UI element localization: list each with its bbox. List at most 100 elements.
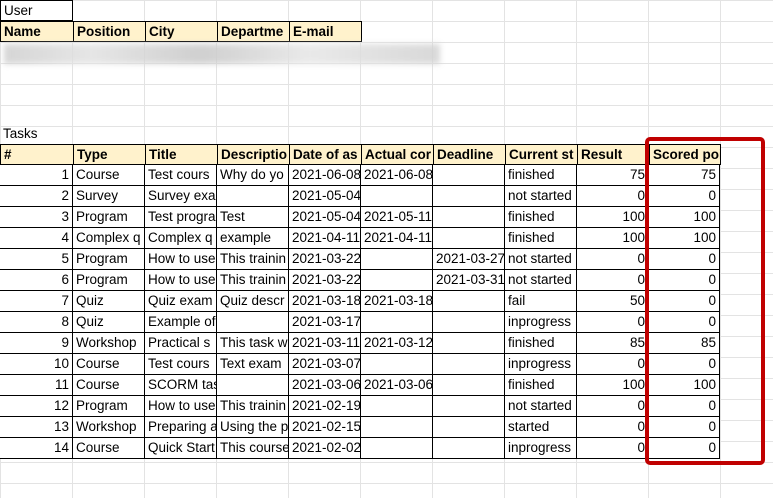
table-cell[interactable]: Program xyxy=(73,270,145,291)
table-cell[interactable]: Survey exa xyxy=(145,186,217,207)
table-cell[interactable]: 0 xyxy=(577,438,649,459)
table-cell[interactable]: 0 xyxy=(577,396,649,417)
table-cell[interactable]: not started xyxy=(505,396,577,417)
table-cell[interactable]: 100 xyxy=(577,375,649,396)
table-cell[interactable]: 2021-03-06 xyxy=(289,375,361,396)
tasks-header-cell[interactable]: Date of as xyxy=(289,144,362,165)
table-cell[interactable] xyxy=(361,249,433,270)
table-cell[interactable]: 0 xyxy=(577,270,649,291)
table-cell[interactable]: This trainin xyxy=(217,249,289,270)
tasks-header-cell[interactable]: Descriptio xyxy=(217,144,290,165)
table-cell[interactable]: Quiz xyxy=(73,291,145,312)
table-cell[interactable]: 0 xyxy=(577,186,649,207)
table-cell[interactable]: 2021-03-18 xyxy=(361,291,433,312)
table-cell[interactable] xyxy=(217,312,289,333)
table-cell[interactable]: Quiz exam xyxy=(145,291,217,312)
table-cell[interactable]: 2021-03-18 xyxy=(289,291,361,312)
table-cell[interactable]: Text exam xyxy=(217,354,289,375)
table-cell[interactable]: 50 xyxy=(577,291,649,312)
table-cell[interactable]: not started xyxy=(505,249,577,270)
table-cell[interactable]: 7 xyxy=(0,291,73,312)
user-header-cell[interactable]: Departme xyxy=(217,21,290,42)
user-header-cell[interactable]: Name xyxy=(0,21,74,42)
table-cell[interactable]: 2021-06-08 xyxy=(289,165,361,186)
table-cell[interactable]: Why do yo xyxy=(217,165,289,186)
table-cell[interactable]: Test xyxy=(217,207,289,228)
table-cell[interactable]: 0 xyxy=(577,417,649,438)
table-cell[interactable]: 85 xyxy=(577,333,649,354)
table-cell[interactable]: Example of xyxy=(145,312,217,333)
table-cell[interactable]: SCORM tas xyxy=(145,375,217,396)
table-cell[interactable]: 100 xyxy=(577,228,649,249)
table-cell[interactable] xyxy=(361,396,433,417)
table-cell[interactable]: 2021-05-04 xyxy=(289,207,361,228)
table-cell[interactable]: 100 xyxy=(649,207,720,228)
tasks-header-cell[interactable]: # xyxy=(0,144,74,165)
table-cell[interactable]: 3 xyxy=(0,207,73,228)
table-cell[interactable] xyxy=(433,396,505,417)
table-cell[interactable]: finished xyxy=(505,375,577,396)
table-cell[interactable]: This trainin xyxy=(217,396,289,417)
user-label-cell[interactable]: User xyxy=(0,0,73,21)
table-cell[interactable]: 0 xyxy=(577,354,649,375)
table-cell[interactable] xyxy=(217,375,289,396)
table-cell[interactable]: Course xyxy=(73,165,145,186)
table-cell[interactable] xyxy=(433,165,505,186)
table-cell[interactable]: 11 xyxy=(0,375,73,396)
tasks-header-cell[interactable]: Title xyxy=(145,144,218,165)
table-cell[interactable] xyxy=(433,417,505,438)
table-cell[interactable]: Course xyxy=(73,438,145,459)
table-cell[interactable] xyxy=(433,228,505,249)
table-cell[interactable]: Quiz descr xyxy=(217,291,289,312)
table-cell[interactable]: 5 xyxy=(0,249,73,270)
table-cell[interactable] xyxy=(217,186,289,207)
table-cell[interactable]: Program xyxy=(73,249,145,270)
user-header-cell[interactable]: E-mail xyxy=(289,21,362,42)
table-cell[interactable]: Quick Start xyxy=(145,438,217,459)
table-cell[interactable]: 2021-05-11 xyxy=(361,207,433,228)
table-cell[interactable]: 75 xyxy=(649,165,720,186)
table-cell[interactable]: 0 xyxy=(649,312,720,333)
table-cell[interactable]: 0 xyxy=(649,396,720,417)
tasks-header-cell[interactable]: Result xyxy=(577,144,650,165)
table-cell[interactable] xyxy=(433,312,505,333)
table-cell[interactable]: 2021-03-12 xyxy=(361,333,433,354)
tasks-header-cell[interactable]: Current st xyxy=(505,144,578,165)
table-cell[interactable]: 100 xyxy=(577,207,649,228)
table-cell[interactable]: 2021-04-11 xyxy=(289,228,361,249)
table-cell[interactable]: Test cours xyxy=(145,354,217,375)
table-cell[interactable]: 2021-03-06 xyxy=(361,375,433,396)
table-cell[interactable]: 2021-06-08 xyxy=(361,165,433,186)
table-cell[interactable]: 85 xyxy=(649,333,720,354)
table-cell[interactable]: 2021-03-22 xyxy=(289,249,361,270)
table-cell[interactable]: This course xyxy=(217,438,289,459)
table-cell[interactable]: 8 xyxy=(0,312,73,333)
table-cell[interactable] xyxy=(361,438,433,459)
table-cell[interactable]: 2021-03-27 xyxy=(433,249,505,270)
table-cell[interactable]: Quiz xyxy=(73,312,145,333)
table-cell[interactable]: fail xyxy=(505,291,577,312)
table-cell[interactable]: not started xyxy=(505,186,577,207)
table-cell[interactable]: This trainin xyxy=(217,270,289,291)
table-cell[interactable]: started xyxy=(505,417,577,438)
table-cell[interactable]: inprogress xyxy=(505,438,577,459)
table-cell[interactable]: 100 xyxy=(649,228,720,249)
user-header-cell[interactable]: City xyxy=(145,21,218,42)
table-cell[interactable] xyxy=(361,186,433,207)
table-cell[interactable]: inprogress xyxy=(505,312,577,333)
table-cell[interactable]: 2021-02-19 xyxy=(289,396,361,417)
table-cell[interactable] xyxy=(361,312,433,333)
table-cell[interactable]: Preparing a xyxy=(145,417,217,438)
table-cell[interactable]: finished xyxy=(505,165,577,186)
table-cell[interactable]: Test progra xyxy=(145,207,217,228)
table-cell[interactable]: 0 xyxy=(649,249,720,270)
table-cell[interactable]: Program xyxy=(73,207,145,228)
table-cell[interactable]: How to use xyxy=(145,396,217,417)
table-cell[interactable]: 2021-02-02 xyxy=(289,438,361,459)
table-cell[interactable]: 100 xyxy=(649,375,720,396)
table-cell[interactable]: 0 xyxy=(649,354,720,375)
table-cell[interactable]: Using the p xyxy=(217,417,289,438)
table-cell[interactable]: 0 xyxy=(649,270,720,291)
table-cell[interactable]: Survey xyxy=(73,186,145,207)
table-cell[interactable]: 2021-04-11 xyxy=(361,228,433,249)
